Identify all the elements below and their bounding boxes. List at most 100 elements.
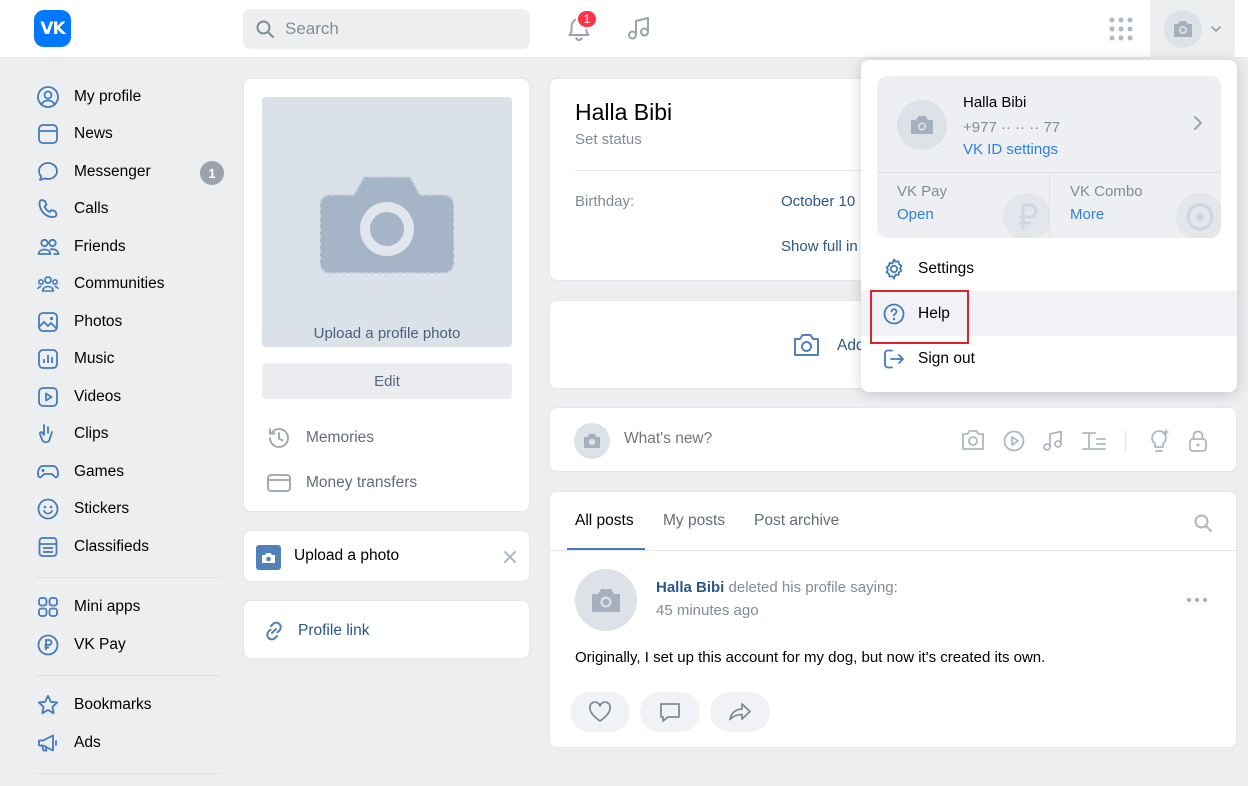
vk-pay-open-link[interactable]: Open	[897, 206, 934, 223]
sidebar-item-label: Stickers	[74, 500, 130, 518]
account-header-row[interactable]: Halla Bibi +977 ·· ·· ·· 77 VK ID settin…	[877, 76, 1221, 172]
profile-link-card[interactable]: Profile link	[243, 600, 530, 659]
notifications-badge: 1	[576, 9, 598, 29]
birthday-label: Birthday:	[575, 193, 635, 210]
sidebar: My profile News Messenger 1 Calls Friend…	[36, 78, 226, 785]
sidebar-item-label: Friends	[74, 237, 126, 255]
birthday-value[interactable]: October 10	[781, 193, 855, 210]
sidebar-item-mini-apps[interactable]: Mini apps	[36, 589, 226, 627]
memories-link[interactable]: Memories	[266, 425, 374, 451]
vk-combo-more-link[interactable]: More	[1070, 206, 1104, 223]
avatar	[897, 100, 947, 150]
menu-item-settings[interactable]: Settings	[861, 246, 1237, 291]
camera-icon	[592, 588, 620, 612]
sidebar-item-label: Communities	[74, 275, 165, 293]
sidebar-item-photos[interactable]: Photos	[36, 303, 226, 341]
post-header: Halla Bibi deleted his profile saying:	[656, 579, 898, 596]
video-attach-icon[interactable]	[1002, 429, 1026, 453]
sidebar-item-ads[interactable]: Ads	[36, 724, 226, 762]
sidebar-item-news[interactable]: News	[36, 116, 226, 154]
search-box[interactable]	[243, 9, 530, 49]
upload-profile-photo-label: Upload a profile photo	[313, 325, 461, 342]
lock-icon[interactable]	[1187, 429, 1209, 453]
sidebar-item-my-profile[interactable]: My profile	[36, 78, 226, 116]
sidebar-item-label: Messenger	[74, 162, 151, 180]
clips-icon	[36, 422, 60, 446]
star-icon	[36, 693, 60, 717]
sidebar-item-calls[interactable]: Calls	[36, 191, 226, 229]
camera-icon	[320, 176, 454, 274]
user-circle-icon	[36, 85, 60, 109]
search-icon[interactable]	[1193, 513, 1213, 533]
composer-divider	[1125, 431, 1126, 451]
show-full-info-link[interactable]: Show full in	[781, 238, 858, 255]
music-player-button[interactable]	[625, 14, 653, 42]
sidebar-item-communities[interactable]: Communities	[36, 266, 226, 304]
account-menu-toggle[interactable]	[1150, 0, 1235, 58]
megaphone-icon	[36, 731, 60, 755]
upload-photo-label: Upload a photo	[294, 547, 400, 564]
idea-bulb-icon[interactable]	[1147, 428, 1171, 454]
close-icon[interactable]	[503, 550, 517, 564]
article-attach-icon[interactable]	[1081, 429, 1107, 453]
profile-photo-card: Upload a profile photo Edit Memories Mon…	[243, 78, 530, 512]
vk-id-settings-link[interactable]: VK ID settings	[963, 141, 1058, 158]
post-action-text: deleted his profile saying:	[728, 579, 898, 596]
account-summary: Halla Bibi +977 ·· ·· ·· 77 VK ID settin…	[877, 76, 1221, 238]
tab-my-posts[interactable]: My posts	[663, 512, 725, 530]
sidebar-item-label: Games	[74, 462, 124, 480]
sign-out-icon	[884, 349, 904, 368]
sidebar-item-label: News	[74, 125, 113, 143]
sidebar-item-messenger[interactable]: Messenger 1	[36, 153, 226, 191]
post-text: Originally, I set up this account for my…	[575, 649, 1046, 666]
link-icon	[266, 621, 282, 641]
search-input[interactable]	[285, 19, 505, 39]
money-transfers-link[interactable]: Money transfers	[266, 470, 417, 496]
music-attach-icon[interactable]	[1041, 429, 1065, 453]
chevron-down-icon	[1211, 26, 1221, 33]
whats-new-input[interactable]	[624, 430, 924, 448]
sidebar-item-music[interactable]: Music	[36, 341, 226, 379]
message-icon	[36, 160, 60, 184]
photo-attach-icon[interactable]	[961, 429, 985, 451]
more-options-icon[interactable]	[1186, 597, 1208, 603]
sidebar-item-videos[interactable]: Videos	[36, 378, 226, 416]
sidebar-item-classifieds[interactable]: Classifieds	[36, 528, 226, 566]
vk-pay-tile[interactable]: VK Pay Open	[877, 173, 1049, 238]
vk-logo[interactable]: VK	[34, 10, 71, 47]
newspaper-icon	[36, 122, 60, 146]
sidebar-item-friends[interactable]: Friends	[36, 228, 226, 266]
friends-icon	[36, 235, 60, 259]
sidebar-item-label: Mini apps	[74, 598, 141, 616]
tab-all-posts[interactable]: All posts	[575, 512, 634, 530]
post-author-name[interactable]: Halla Bibi	[656, 579, 724, 596]
sidebar-item-games[interactable]: Games	[36, 453, 226, 491]
sidebar-item-vk-pay[interactable]: VK Pay	[36, 626, 226, 664]
profile-photo-upload[interactable]: Upload a profile photo	[262, 97, 512, 347]
camera-square-icon	[256, 545, 281, 570]
like-button[interactable]	[570, 692, 630, 732]
camera-icon	[1174, 21, 1192, 37]
menu-item-label: Settings	[918, 259, 975, 277]
top-bar: VK 1	[0, 0, 1248, 58]
upload-photo-card[interactable]: Upload a photo	[243, 530, 530, 582]
set-status-link[interactable]: Set status	[575, 131, 642, 148]
share-button[interactable]	[710, 692, 770, 732]
vk-combo-title: VK Combo	[1070, 183, 1143, 200]
profile-link-label: Profile link	[298, 622, 370, 639]
ruble-icon	[36, 633, 60, 657]
tab-post-archive[interactable]: Post archive	[754, 512, 839, 530]
post-author-avatar[interactable]	[575, 569, 637, 631]
sidebar-item-bookmarks[interactable]: Bookmarks	[36, 687, 226, 725]
classifieds-icon	[36, 535, 60, 559]
vk-combo-tile[interactable]: VK Combo More	[1050, 173, 1221, 238]
post-timestamp[interactable]: 45 minutes ago	[656, 602, 759, 619]
apps-grid-button[interactable]	[1109, 17, 1133, 41]
sidebar-item-label: Bookmarks	[74, 696, 152, 714]
photos-icon	[36, 310, 60, 334]
sidebar-item-stickers[interactable]: Stickers	[36, 491, 226, 529]
comment-button[interactable]	[640, 692, 700, 732]
sidebar-item-clips[interactable]: Clips	[36, 416, 226, 454]
edit-profile-button[interactable]: Edit	[262, 363, 512, 399]
history-icon	[269, 428, 289, 448]
